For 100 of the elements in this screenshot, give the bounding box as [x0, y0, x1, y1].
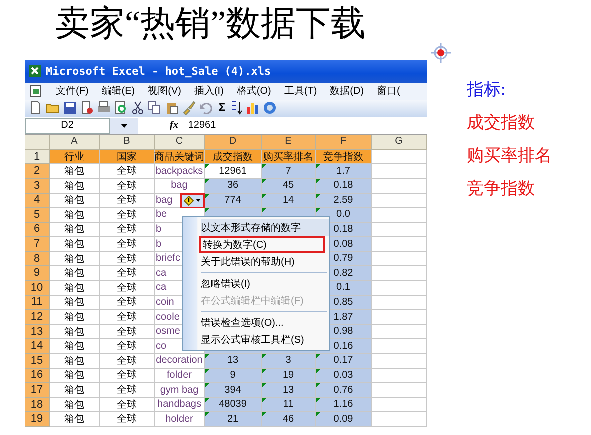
table-cell: 全球: [100, 324, 155, 340]
table-cell: 全球: [100, 266, 155, 282]
caret-icon: [196, 199, 201, 202]
save-icon[interactable]: [63, 101, 77, 116]
table-cell: [372, 266, 427, 282]
table-cell: 箱包: [50, 310, 100, 325]
table-cell: 箱包: [50, 398, 100, 412]
row-header[interactable]: 19: [25, 412, 50, 427]
row-header[interactable]: 16: [25, 368, 50, 384]
row-header[interactable]: 4: [25, 194, 50, 208]
table-cell: 箱包: [50, 222, 100, 238]
table-cell: [372, 368, 427, 384]
column-header[interactable]: E: [262, 135, 316, 150]
table-cell: 全球: [100, 398, 155, 412]
table-cell: 13: [262, 383, 316, 398]
column-header[interactable]: G: [372, 135, 427, 150]
row-header[interactable]: 13: [25, 324, 50, 340]
row-header[interactable]: 7: [25, 237, 50, 252]
undo-icon[interactable]: [199, 101, 213, 116]
table-cell: 全球: [100, 354, 155, 369]
column-header[interactable]: D: [205, 135, 262, 150]
table-cell: 全球: [100, 281, 155, 296]
table-cell: 箱包: [50, 164, 100, 179]
scissors-icon[interactable]: [131, 101, 145, 116]
menu-item[interactable]: 窗口(: [377, 84, 400, 98]
row-header[interactable]: 10: [25, 281, 50, 296]
row-header[interactable]: 14: [25, 339, 50, 354]
column-header[interactable]: F: [316, 135, 372, 150]
table-cell: 购买率排名: [262, 150, 316, 164]
table-cell: [372, 412, 427, 427]
table-cell: [372, 178, 427, 194]
row-header[interactable]: 2: [25, 164, 50, 179]
table-cell: [372, 164, 427, 179]
table-cell: 箱包: [50, 237, 100, 252]
table-cell: [372, 237, 427, 252]
row-header[interactable]: 12: [25, 310, 50, 325]
table-cell: 1.16: [316, 398, 372, 412]
column-header[interactable]: B: [100, 135, 155, 150]
table-cell: 成交指数: [205, 150, 262, 164]
row-header[interactable]: 6: [25, 222, 50, 238]
menu-item[interactable]: 文件(F): [56, 84, 89, 98]
menu-item[interactable]: 视图(V): [148, 84, 182, 98]
table-cell: 14: [262, 194, 316, 208]
name-box[interactable]: D2: [25, 118, 110, 134]
table-cell: 394: [205, 383, 262, 398]
menu-item[interactable]: 工具(T): [284, 84, 318, 98]
dropdown-button[interactable]: [110, 118, 138, 134]
paste-icon[interactable]: [165, 101, 179, 116]
error-tag-button[interactable]: [180, 192, 205, 208]
row-header[interactable]: 18: [25, 398, 50, 412]
table-cell: handbags: [155, 398, 205, 412]
table-cell: 0.76: [316, 383, 372, 398]
copy-icon[interactable]: [148, 101, 162, 116]
table-cell: backpacks: [155, 164, 205, 179]
function-label[interactable]: fx: [170, 120, 178, 132]
new-file-icon[interactable]: [29, 101, 43, 116]
menu-heading: 以文本形式存储的数字: [201, 219, 329, 236]
table-cell: 全球: [100, 368, 155, 384]
row-header[interactable]: 9: [25, 266, 50, 282]
column-header[interactable]: A: [50, 135, 100, 150]
row-header[interactable]: 11: [25, 296, 50, 310]
menu-item[interactable]: 格式(O): [236, 84, 272, 98]
chart-icon[interactable]: [246, 101, 260, 116]
brush-icon[interactable]: [182, 101, 196, 116]
column-header[interactable]: C: [155, 135, 205, 150]
table-cell: [372, 194, 427, 208]
formula-value[interactable]: 12961: [188, 120, 216, 132]
table-cell: 箱包: [50, 368, 100, 384]
row-header[interactable]: 8: [25, 252, 50, 266]
row-header[interactable]: 3: [25, 178, 50, 194]
table-cell: bag: [155, 178, 205, 194]
table-cell: [372, 222, 427, 238]
table-cell: 0.18: [316, 178, 372, 194]
preview-icon[interactable]: [114, 101, 128, 116]
row-header[interactable]: 17: [25, 383, 50, 398]
row-header[interactable]: 1: [25, 150, 50, 164]
table-cell: 箱包: [50, 281, 100, 296]
table-cell: [372, 310, 427, 325]
table-cell: 全球: [100, 296, 155, 310]
table-cell: [372, 252, 427, 266]
table-cell: [372, 296, 427, 310]
menu-item[interactable]: 数据(D): [330, 84, 364, 98]
table-cell: 全球: [100, 237, 155, 252]
table-cell: 9: [205, 368, 262, 384]
menu-item[interactable]: 转换为数字(C): [199, 236, 325, 254]
spreadsheet-icon: [28, 64, 42, 78]
menu-item[interactable]: 插入(I): [194, 84, 224, 98]
table-cell: 全球: [100, 339, 155, 354]
table-cell: 全球: [100, 208, 155, 223]
menu-item[interactable]: 编辑(E): [102, 84, 136, 98]
table-cell: decoration: [155, 354, 205, 369]
table-cell: 2.59: [316, 194, 372, 208]
crosshair-icon: [430, 42, 452, 64]
window-title: Microsoft Excel - hot_Sale (4).xls: [46, 64, 272, 78]
row-header[interactable]: 5: [25, 208, 50, 223]
permission-icon[interactable]: [80, 101, 94, 116]
document-icon[interactable]: [29, 84, 43, 98]
row-header[interactable]: 15: [25, 354, 50, 369]
help-icon[interactable]: [262, 101, 277, 116]
sum-button[interactable]: Σ: [219, 102, 226, 114]
